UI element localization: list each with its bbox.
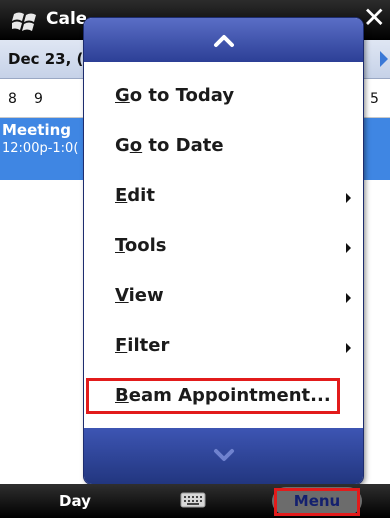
- menu-item-label: Go to Date: [115, 135, 224, 156]
- menu-item-label: Edit: [115, 185, 155, 206]
- menu-item-filter[interactable]: Filter: [84, 324, 363, 370]
- context-menu: Go to Today Go to Date Edit Tools View F…: [84, 18, 363, 484]
- windows-flag-icon[interactable]: [12, 10, 38, 32]
- close-icon[interactable]: ✕: [363, 3, 386, 33]
- submenu-arrow-icon: [346, 343, 351, 353]
- softkey-day[interactable]: Day: [0, 484, 150, 518]
- appointment-title: Meeting: [2, 121, 72, 139]
- menu-key-highlight: [274, 488, 360, 516]
- menu-item-tools[interactable]: Tools: [84, 224, 363, 270]
- hour-label: 5: [370, 91, 379, 107]
- menu-item-edit[interactable]: Edit: [84, 174, 363, 220]
- hour-label: 9: [34, 91, 43, 107]
- app-title: Cale: [46, 9, 86, 29]
- hour-label: 8: [8, 91, 17, 107]
- menu-item-go-to-today[interactable]: Go to Today: [84, 74, 363, 120]
- keyboard-icon[interactable]: [180, 492, 206, 508]
- triangle-right-icon[interactable]: [380, 51, 388, 67]
- menu-scroll-down[interactable]: [84, 428, 363, 484]
- submenu-arrow-icon: [346, 293, 351, 303]
- submenu-arrow-icon: [346, 193, 351, 203]
- chevron-up-icon: [213, 35, 234, 47]
- chevron-down-icon: [213, 449, 234, 461]
- menu-item-view[interactable]: View: [84, 274, 363, 320]
- menu-scroll-up[interactable]: [84, 18, 363, 62]
- menu-item-label: Tools: [115, 235, 167, 256]
- submenu-arrow-icon: [346, 243, 351, 253]
- menu-item-label: Filter: [115, 335, 170, 356]
- menu-item-go-to-date[interactable]: Go to Date: [84, 124, 363, 170]
- menu-item-label: Go to Today: [115, 85, 235, 106]
- appointment-time: 12:00p-1:0(: [2, 141, 79, 156]
- highlight-box: [86, 378, 340, 414]
- menu-item-label: View: [115, 285, 164, 306]
- current-date: Dec 23, (: [8, 50, 84, 68]
